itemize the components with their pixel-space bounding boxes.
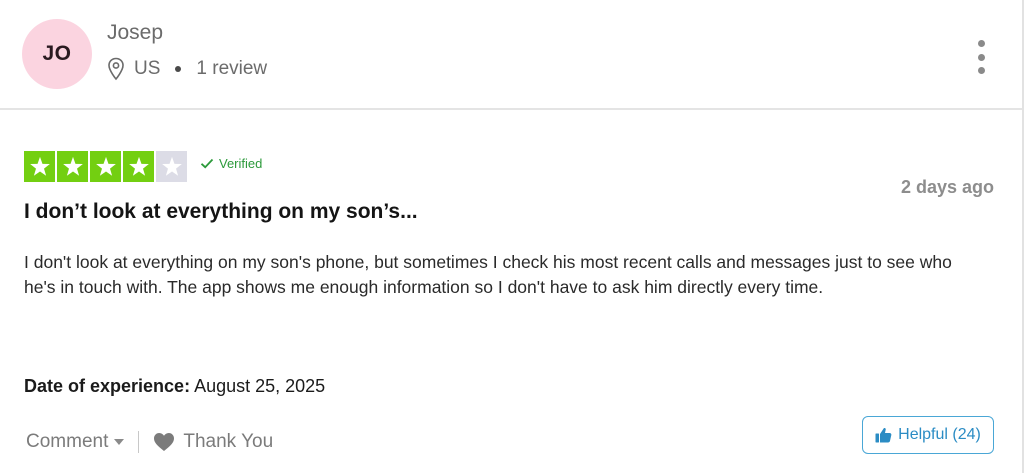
chevron-down-icon — [114, 439, 125, 445]
star-rating — [24, 151, 189, 182]
map-pin-icon — [108, 57, 124, 81]
kebab-dot — [977, 67, 985, 74]
review-count[interactable]: 1 review — [196, 58, 267, 80]
review-actions: Comment Thank You — [26, 428, 273, 456]
kebab-dot — [977, 40, 985, 47]
experience-date: August 25, 2025 — [194, 376, 326, 396]
reviewer-country: US — [134, 58, 161, 79]
reviewer-name[interactable]: Josep — [107, 21, 163, 45]
thumbs-up-icon — [875, 427, 892, 443]
thank-you-button[interactable]: Thank You — [153, 431, 273, 453]
avatar[interactable]: JO — [22, 19, 92, 89]
star-filled-icon — [57, 151, 88, 182]
star-empty-icon — [156, 151, 187, 182]
reviewer-meta: US 1 review — [107, 56, 267, 82]
star-filled-icon — [123, 151, 154, 182]
kebab-dot — [977, 53, 985, 61]
comment-button[interactable]: Comment — [26, 431, 125, 453]
date-of-experience: Date of experience: August 25, 2025 — [24, 376, 325, 397]
review-title[interactable]: I don’t look at everything on my son’s..… — [24, 200, 418, 224]
check-icon — [200, 158, 214, 169]
review-body: I don't look at everything on my son's p… — [24, 252, 952, 297]
thank-you-label: Thank You — [183, 431, 274, 452]
helpful-button[interactable]: Helpful (24) — [862, 416, 994, 454]
header-divider — [0, 108, 1022, 110]
meta-separator-dot — [175, 66, 182, 72]
heart-icon — [154, 433, 175, 451]
review-time-ago: 2 days ago — [900, 177, 994, 197]
verified-label: Verified — [219, 156, 263, 171]
action-separator — [138, 431, 140, 453]
comment-label: Comment — [26, 431, 109, 452]
more-options-icon[interactable] — [970, 40, 992, 74]
avatar-initials: JO — [42, 42, 72, 65]
experience-label: Date of experience: — [24, 376, 191, 396]
helpful-label: Helpful (24) — [898, 426, 981, 443]
star-filled-icon — [24, 151, 55, 182]
star-filled-icon — [90, 151, 121, 182]
verified-badge[interactable]: Verified — [200, 156, 262, 171]
